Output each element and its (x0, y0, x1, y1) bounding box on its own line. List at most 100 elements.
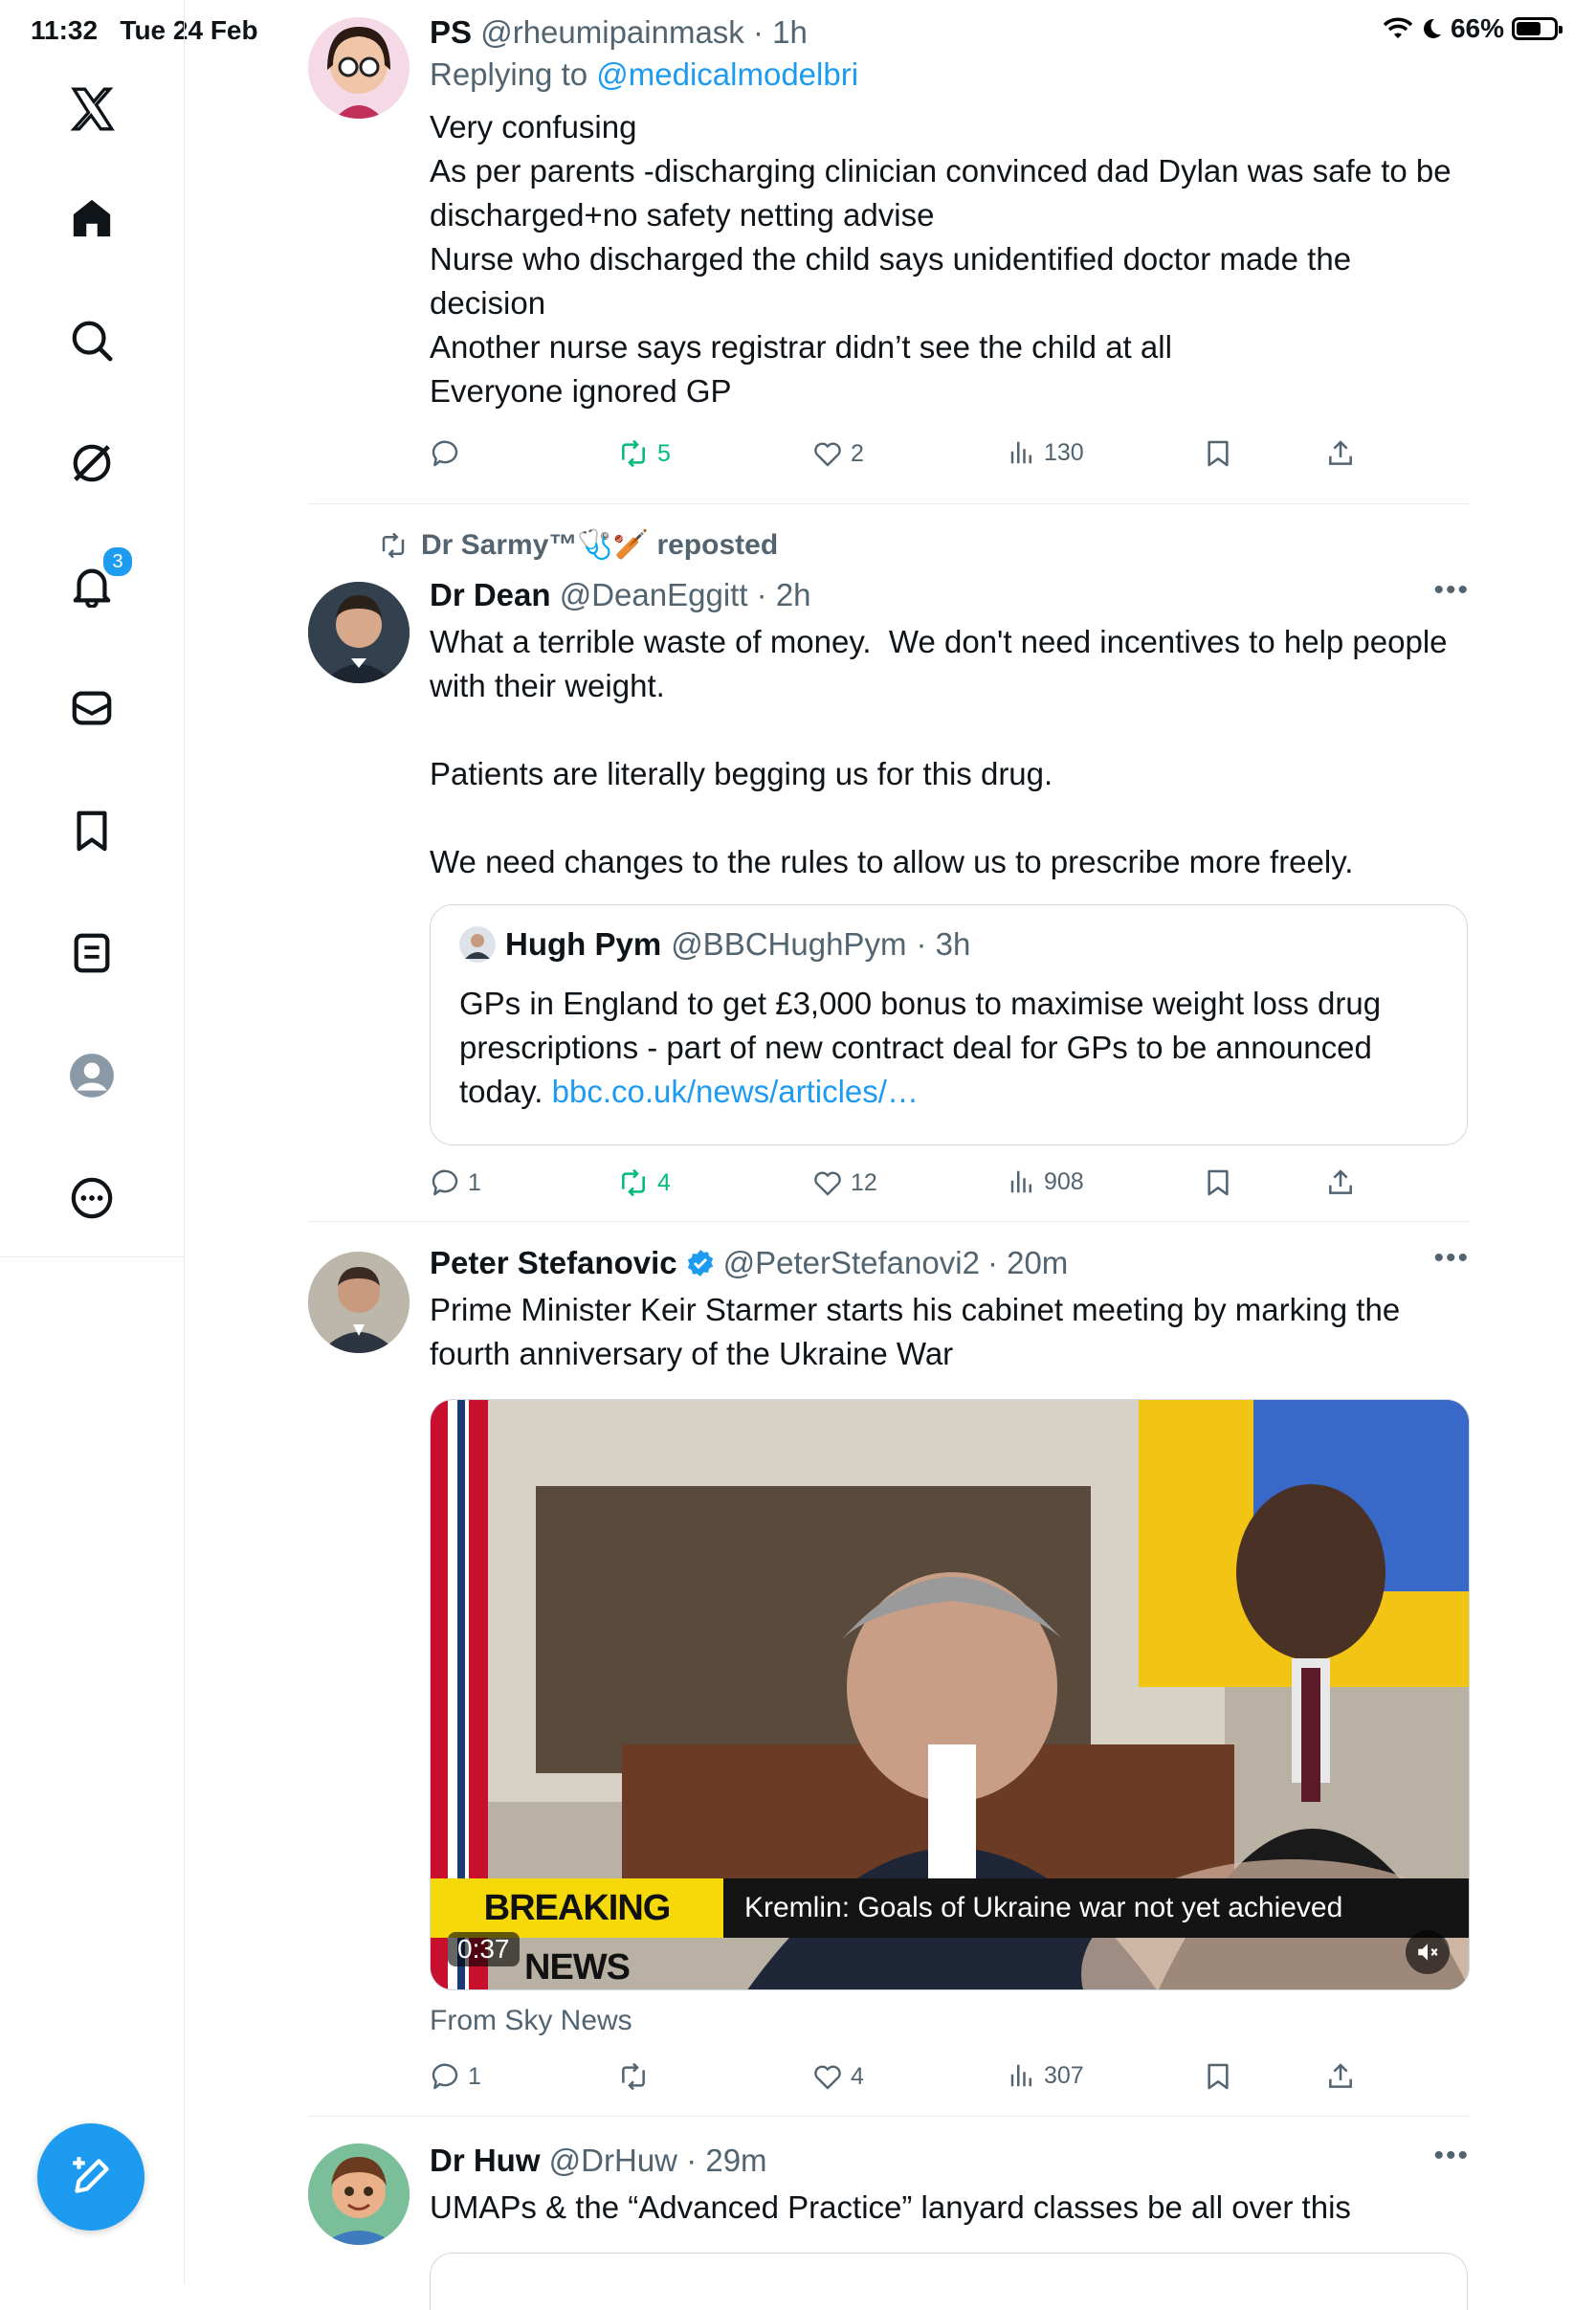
tweet-header: Dr Dean @DeanEggitt · 2h (430, 574, 1470, 616)
author-handle[interactable]: @rheumipainmask (480, 14, 744, 50)
tweet-body: Dr Huw @DrHuw · 29m ••• UMAPs & the “Adv… (430, 2140, 1470, 2230)
repost-button[interactable] (617, 2061, 657, 2092)
author-name[interactable]: Peter Stefanovic (430, 1242, 677, 1284)
like-button[interactable]: 2 (812, 438, 864, 469)
views-count: 908 (1044, 1167, 1084, 1195)
media-source[interactable]: From Sky News (430, 2005, 632, 2037)
views-icon (1010, 1170, 1031, 1193)
video-player[interactable]: BREAKING NEWS Kremlin: Goals of Ukraine … (430, 1399, 1470, 1990)
lists-icon[interactable] (57, 919, 126, 988)
like-count: 2 (851, 439, 864, 467)
more-options-button[interactable]: ••• (1433, 2140, 1470, 2172)
quote-author-name[interactable]: Hugh Pym (505, 926, 661, 963)
author-handle[interactable]: @DrHuw (549, 2143, 677, 2178)
like-count: 12 (851, 1168, 877, 1196)
views-button[interactable]: 130 (1008, 438, 1084, 467)
avatar[interactable] (308, 2143, 410, 2245)
repost-button[interactable]: 4 (617, 1167, 671, 1198)
bookmark-icon (1208, 1169, 1229, 1196)
tweet-body: Peter Stefanovic @PeterStefanovi2 · 20m … (430, 1242, 1470, 1376)
battery-icon (1512, 17, 1563, 40)
share-button[interactable] (1325, 2061, 1356, 2092)
quote-author-handle[interactable]: @BBCHughPym (671, 926, 906, 963)
author-name[interactable]: PS (430, 14, 472, 50)
mute-button[interactable] (1406, 1930, 1450, 1974)
tweet-text: What a terrible waste of money. We don't… (430, 624, 1448, 879)
like-count: 4 (851, 2062, 864, 2090)
like-button[interactable]: 4 (812, 2061, 864, 2092)
quote-tweet-partial[interactable] (430, 2253, 1468, 2310)
video-duration: 0:37 (448, 1932, 520, 1966)
repost-count: 4 (657, 1168, 671, 1196)
compose-button[interactable] (37, 2123, 144, 2231)
heart-icon (814, 1171, 841, 1196)
reply-count: 1 (468, 1168, 481, 1196)
tweet-actions: 5 2 130 (430, 438, 1352, 477)
news-headline: Kremlin: Goals of Ukraine war not yet ac… (744, 1892, 1343, 1923)
tweet-peter-stefanovic[interactable]: Peter Stefanovic @PeterStefanovi2 · 20m … (308, 1242, 1470, 2103)
replying-prefix: Replying to (430, 56, 597, 92)
avatar[interactable] (308, 582, 410, 683)
author-name[interactable]: Dr Dean (430, 577, 551, 612)
views-icon (1010, 2064, 1031, 2087)
author-name[interactable]: Dr Huw (430, 2143, 541, 2178)
notifications-icon[interactable]: 3 (57, 545, 134, 620)
profile-icon[interactable] (57, 1041, 126, 1110)
tweet-time[interactable]: · 29m (686, 2143, 766, 2178)
views-count: 130 (1044, 438, 1084, 466)
like-button[interactable]: 12 (812, 1167, 877, 1198)
tweet-time[interactable]: · 1h (753, 14, 808, 50)
more-options-button[interactable]: ••• (1433, 1242, 1470, 1275)
share-icon (1329, 440, 1352, 465)
quote-tweet[interactable]: Hugh Pym @BBCHughPym · 3h GPs in England… (430, 904, 1468, 1145)
share-icon (1329, 2063, 1352, 2088)
verified-badge-icon (687, 1250, 713, 1277)
views-count: 307 (1044, 2061, 1084, 2089)
share-button[interactable] (1325, 1167, 1356, 1198)
author-handle[interactable]: @DeanEggitt (560, 577, 748, 612)
repost-context[interactable]: Dr Sarmy™🩺🏏 reposted (377, 528, 778, 562)
bookmark-button[interactable] (1203, 1167, 1233, 1198)
tweet-dr-dean[interactable]: Dr Sarmy™🩺🏏 reposted Dr Dean @DeanEggitt… (308, 528, 1470, 1198)
tweet-dr-huw[interactable]: Dr Huw @DrHuw · 29m ••• UMAPs & the “Adv… (308, 2140, 1470, 2310)
author-handle[interactable]: @PeterStefanovi2 (723, 1242, 980, 1284)
views-button[interactable]: 908 (1008, 1167, 1084, 1196)
home-icon[interactable] (57, 184, 126, 253)
reply-count: 1 (468, 2062, 481, 2090)
reply-button[interactable]: 1 (430, 1167, 481, 1198)
tweet-time[interactable]: · 2h (757, 577, 811, 612)
repost-button[interactable]: 5 (617, 438, 671, 469)
tweet-time[interactable]: · 20m (987, 1242, 1068, 1284)
views-icon (1010, 441, 1031, 464)
replying-to-link[interactable]: @medicalmodelbri (596, 56, 858, 92)
messages-icon[interactable] (57, 674, 126, 743)
more-icon[interactable] (57, 1164, 126, 1233)
bookmarks-icon[interactable] (57, 796, 126, 865)
bookmark-icon (1208, 440, 1229, 467)
tweet-actions: 1 4 12 908 (430, 1167, 1352, 1206)
quote-time[interactable]: · 3h (916, 926, 970, 963)
tweet-ps[interactable]: PS @rheumipainmask · 1h Replying to @med… (308, 11, 1470, 500)
tweet-body: Dr Dean @DeanEggitt · 2h ••• What a terr… (430, 574, 1470, 884)
more-options-button[interactable]: ••• (1433, 574, 1470, 607)
reply-button[interactable]: 1 (430, 2061, 481, 2092)
tweet-text: Prime Minister Keir Starmer starts his c… (430, 1292, 1409, 1371)
repost-context-icon (382, 532, 405, 558)
reply-button[interactable] (430, 438, 468, 469)
breaking-news-bar: BREAKING NEWS Kremlin: Goals of Ukraine … (431, 1878, 1469, 1988)
breaking-news-label: BREAKING NEWS (431, 1878, 723, 1988)
replying-to: Replying to @medicalmodelbri (430, 54, 1470, 96)
heart-icon (814, 2065, 841, 2090)
share-button[interactable] (1325, 438, 1356, 469)
bookmark-button[interactable] (1203, 2061, 1233, 2092)
search-icon[interactable] (57, 306, 126, 375)
avatar[interactable] (308, 1252, 410, 1353)
heart-icon (814, 442, 841, 467)
quote-link[interactable]: bbc.co.uk/news/articles/… (552, 1074, 919, 1109)
bookmark-button[interactable] (1203, 438, 1233, 469)
avatar[interactable] (308, 17, 410, 119)
views-button[interactable]: 307 (1008, 2061, 1084, 2090)
x-logo-icon[interactable] (57, 75, 126, 144)
grok-icon[interactable] (57, 429, 126, 498)
quote-avatar[interactable] (459, 926, 496, 963)
